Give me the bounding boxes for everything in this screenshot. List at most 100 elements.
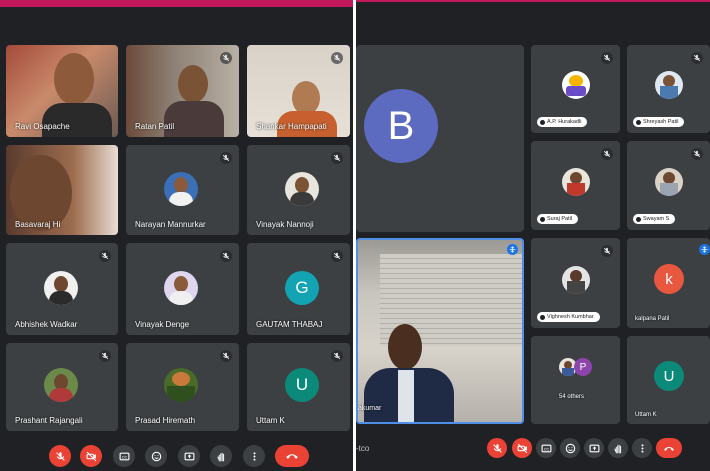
participant-tile[interactable]: U Uttam K	[247, 343, 350, 431]
participant-name: Basavaraj Hi	[15, 220, 61, 229]
mic-off-icon	[222, 252, 230, 260]
participant-tile[interactable]: Ratan Patil	[126, 45, 239, 137]
participant-tile[interactable]: Abhishek Wadkar	[6, 243, 118, 335]
camera-toggle-button[interactable]	[512, 438, 532, 458]
participant-name: Narayan Mannurkar	[135, 220, 206, 229]
mic-muted-indicator	[691, 52, 703, 64]
participant-video-person	[54, 53, 94, 105]
reactions-button[interactable]	[560, 438, 580, 458]
participant-name: Swayam S	[643, 216, 670, 222]
participant-tile[interactable]: Ravi Osapache	[6, 45, 118, 137]
mic-off-mini-icon	[636, 216, 641, 222]
participant-name: Ratan Patil	[135, 122, 175, 131]
mic-off-icon	[603, 150, 611, 158]
participant-avatar	[655, 168, 683, 196]
mic-off-icon	[333, 352, 341, 360]
participant-tile[interactable]: Shankar Hampapati	[247, 45, 350, 137]
mic-toggle-button[interactable]	[49, 445, 71, 467]
present-icon	[184, 452, 194, 460]
participant-name: Uttam K	[256, 416, 285, 425]
participant-video-body	[42, 103, 112, 137]
participant-name: GAUTAM THABAJ	[256, 320, 323, 329]
others-tile[interactable]: P 54 others	[531, 336, 620, 424]
end-call-button[interactable]	[656, 438, 682, 458]
participant-tile[interactable]: Narayan Mannurkar	[126, 145, 239, 235]
participant-avatar	[164, 172, 198, 206]
mic-off-icon	[693, 54, 701, 62]
end-call-icon	[286, 454, 298, 459]
participant-tile[interactable]: G GAUTAM THABAJ	[247, 243, 350, 335]
participant-avatar	[562, 71, 590, 99]
mic-off-icon	[333, 252, 341, 260]
captions-button[interactable]: CC	[536, 438, 556, 458]
presenter-avatar-letter: B	[364, 89, 438, 163]
mic-muted-indicator	[601, 52, 613, 64]
mic-off-icon	[55, 451, 65, 461]
participant-name: Vinayak Denge	[135, 320, 190, 329]
present-button[interactable]	[584, 438, 604, 458]
window-accent-bar	[0, 0, 353, 7]
participant-name: akumar	[358, 405, 382, 412]
mic-off-icon	[333, 54, 341, 62]
raise-hand-button[interactable]	[210, 445, 232, 467]
pin-icon	[701, 246, 708, 253]
participant-tile[interactable]: Suraj Patil	[531, 141, 620, 230]
mic-toggle-button[interactable]	[487, 438, 507, 458]
meeting-window-left: Ravi Osapache Ratan Patil Shankar Hampap…	[0, 0, 353, 471]
participant-tile[interactable]: U Uttam K	[627, 336, 710, 424]
raise-hand-icon	[613, 444, 621, 453]
participant-tile[interactable]: Shreyash Patil	[627, 45, 710, 133]
window-accent-bar	[356, 0, 710, 2]
more-options-button[interactable]	[243, 445, 265, 467]
participant-tile[interactable]: k kalpana Patil	[627, 238, 710, 328]
participant-name: Vinayak Nannoji	[256, 220, 314, 229]
participant-name: Suraj Patil	[547, 216, 573, 222]
present-icon	[589, 444, 599, 452]
pin-button[interactable]	[507, 244, 518, 255]
participant-tile[interactable]: Vinayak Nannoji	[247, 145, 350, 235]
participant-tile[interactable]: Swayam S	[627, 141, 710, 230]
reactions-button[interactable]	[145, 445, 167, 467]
mic-off-icon	[101, 352, 109, 360]
participant-tile[interactable]: Prashant Rajangali	[6, 343, 118, 431]
participant-avatar-letter: k	[654, 264, 684, 294]
participant-name-pill: Vighnesh Kumbhar	[537, 312, 600, 322]
mic-off-mini-icon	[636, 119, 641, 125]
pin-button[interactable]	[699, 244, 710, 255]
mic-off-mini-icon	[540, 119, 545, 125]
mic-muted-indicator	[99, 250, 111, 262]
camera-toggle-button[interactable]	[80, 445, 102, 467]
participant-video-person	[292, 81, 320, 115]
more-options-button[interactable]	[632, 438, 652, 458]
more-icon	[253, 451, 255, 461]
svg-text:CC: CC	[543, 447, 549, 451]
participant-avatar-letter: U	[285, 368, 319, 402]
others-count: 54 others	[559, 394, 585, 400]
participant-tile[interactable]: A.P. Hurakadli	[531, 45, 620, 133]
svg-text:CC: CC	[121, 455, 127, 459]
raise-hand-button[interactable]	[608, 438, 628, 458]
participant-avatar	[285, 172, 319, 206]
participant-name: Prashant Rajangali	[15, 416, 83, 425]
participant-tile[interactable]: Basavaraj Hi	[6, 145, 118, 235]
participant-tile[interactable]: Prasad Hiremath	[126, 343, 239, 431]
mic-muted-indicator	[220, 350, 232, 362]
participant-video-person	[388, 324, 422, 370]
participant-tile[interactable]: Vighnesh Kumbhar	[531, 238, 620, 328]
participant-tile[interactable]: Vinayak Denge	[126, 243, 239, 335]
mic-muted-indicator	[331, 350, 343, 362]
pinned-video-tile[interactable]: akumar	[356, 238, 524, 424]
participant-name: Abhishek Wadkar	[15, 320, 78, 329]
end-call-icon	[664, 446, 674, 451]
camera-off-icon	[86, 451, 96, 461]
presenter-tile[interactable]: B	[356, 45, 524, 232]
participant-avatar	[164, 368, 198, 402]
participant-name: kalpana Patil	[635, 316, 670, 322]
captions-button[interactable]: CC	[113, 445, 135, 467]
present-button[interactable]	[178, 445, 200, 467]
mic-muted-indicator	[331, 250, 343, 262]
end-call-button[interactable]	[275, 445, 309, 467]
participant-avatar	[164, 271, 198, 305]
mic-muted-indicator	[220, 250, 232, 262]
participant-name: Prasad Hiremath	[135, 416, 196, 425]
